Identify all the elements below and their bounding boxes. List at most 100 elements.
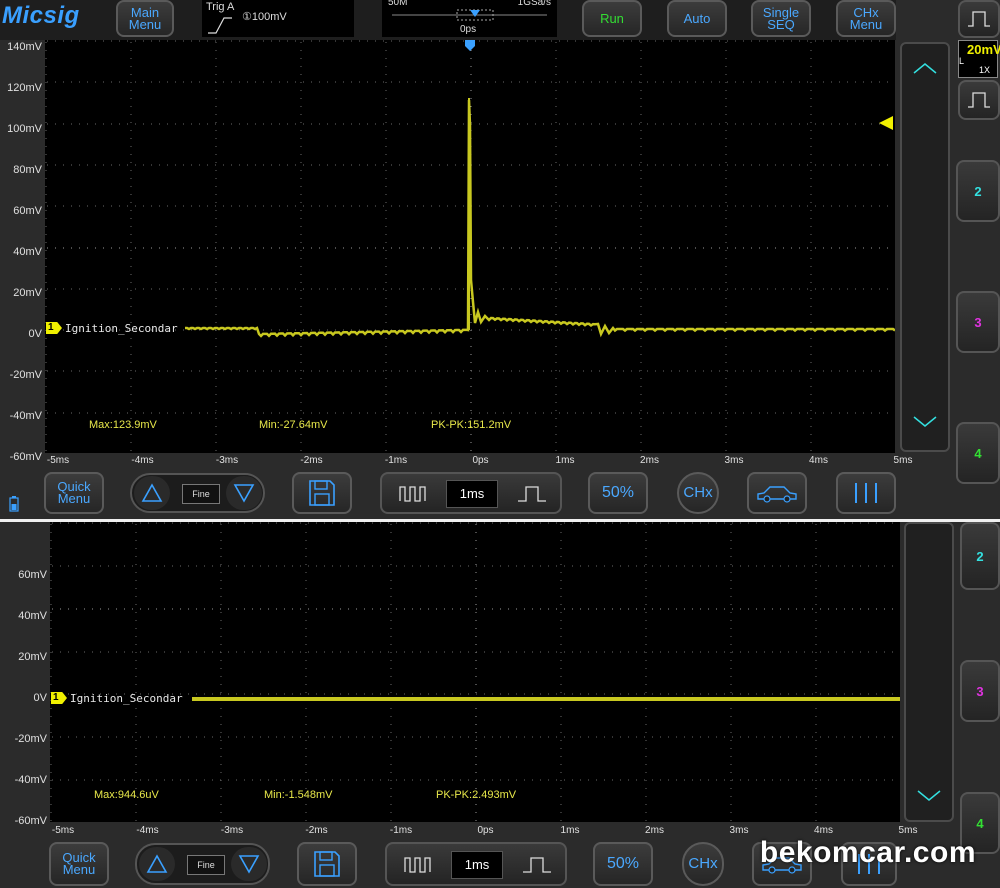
- channel1-name: Ignition_Secondar: [65, 322, 178, 335]
- x-tick-label: -5ms: [51, 825, 75, 836]
- pulse-low-button[interactable]: [958, 80, 1000, 120]
- channel1-scale: 20mV: [967, 42, 1000, 57]
- x-tick-label: 5ms: [898, 825, 918, 836]
- memory-position-bar: [392, 9, 547, 21]
- x-tick-label: 1ms: [560, 825, 580, 836]
- x-tick-label: 3ms: [724, 455, 744, 466]
- timebase-control-lower[interactable]: 1ms: [385, 842, 567, 886]
- channel2-button-lower[interactable]: 2: [960, 522, 1000, 590]
- scale-up-button[interactable]: [134, 476, 170, 510]
- channel3-button-lower[interactable]: 3: [960, 660, 1000, 722]
- timebase-faster-button[interactable]: [386, 479, 436, 507]
- timebase-slower-button[interactable]: [506, 479, 556, 507]
- cursor-button[interactable]: [836, 472, 896, 514]
- pulse-high-button[interactable]: [958, 0, 1000, 38]
- measurement-max-lower: Max:944.6uV: [94, 789, 159, 801]
- chevron-down-icon[interactable]: [913, 416, 937, 428]
- main-menu-button[interactable]: Main Menu: [116, 0, 174, 37]
- trigger-position-marker: [465, 40, 475, 51]
- y-tick-label: 40mV: [18, 610, 47, 622]
- y-tick-label: 40mV: [13, 246, 42, 258]
- y-tick-label: -40mV: [9, 410, 42, 422]
- waveform-display-lower[interactable]: 1 Ignition_Secondar Max:944.6uV Min:-1.5…: [50, 522, 900, 822]
- cursor-lines-icon: [855, 483, 877, 503]
- y-tick-label: 60mV: [13, 205, 42, 217]
- timebase-status[interactable]: 50M 1GSa/s 0ps: [382, 0, 557, 37]
- battery-icon: [9, 496, 19, 512]
- x-tick-label: 0ps: [472, 455, 489, 466]
- sample-rate: 1GSa/s: [517, 0, 551, 8]
- vertical-scale-control[interactable]: Fine: [130, 473, 265, 513]
- quick-menu-button[interactable]: Quick Menu: [44, 472, 104, 514]
- trace-channel1-upper: [185, 98, 895, 338]
- trace-channel1-lower: [192, 697, 900, 701]
- y-tick-label: 0V: [28, 328, 42, 340]
- y-tick-label: -60mV: [9, 451, 42, 463]
- scale-down-button-lower[interactable]: [231, 847, 267, 881]
- y-tick-label: -60mV: [14, 815, 47, 827]
- scale-up-button-lower[interactable]: [139, 847, 175, 881]
- brand-logo: Micsig: [2, 2, 80, 29]
- x-tick-label: -3ms: [215, 455, 239, 466]
- channel-scroll-lower[interactable]: [904, 522, 954, 822]
- coupling-label: L: [959, 56, 965, 66]
- channel3-button[interactable]: 3: [956, 291, 1000, 353]
- measurement-min: Min:-27.64mV: [259, 419, 328, 431]
- save-button[interactable]: [292, 472, 352, 514]
- chx-menu-button[interactable]: CHx Menu: [836, 0, 896, 37]
- chevron-up-icon[interactable]: [913, 62, 937, 74]
- run-button[interactable]: Run: [582, 0, 642, 37]
- multi-pulse-icon-lower: [404, 857, 431, 873]
- fine-toggle[interactable]: Fine: [182, 484, 220, 504]
- waveform-display-upper[interactable]: 1 Ignition_Secondar Max:123.9mV Min:-27.…: [45, 40, 895, 453]
- channel4-button[interactable]: 4: [956, 422, 1000, 484]
- save-button-lower[interactable]: [297, 842, 357, 886]
- x-tick-label: -1ms: [384, 455, 408, 466]
- memory-depth: 50M: [388, 0, 408, 8]
- triangle-down-icon-lower: [238, 855, 260, 874]
- triangle-up-icon: [141, 483, 163, 502]
- measurement-pkpk: PK-PK:151.2mV: [431, 419, 512, 431]
- x-tick-label: 0ps: [477, 825, 494, 836]
- timebase-faster-button-lower[interactable]: [391, 850, 441, 878]
- y-tick-label: -40mV: [14, 774, 47, 786]
- channel-scroll-upper[interactable]: [900, 42, 950, 452]
- timebase-slower-button-lower[interactable]: [511, 850, 561, 878]
- probe-scale-box[interactable]: 20mV L 1X: [958, 40, 1000, 78]
- triangle-up-icon-lower: [146, 854, 168, 873]
- timebase-value-lower: 1ms: [451, 851, 503, 879]
- chx-button-lower[interactable]: CHx: [682, 842, 724, 886]
- trigger-level-marker[interactable]: [879, 116, 893, 130]
- quick-menu-button-lower[interactable]: Quick Menu: [49, 842, 109, 886]
- chx-button[interactable]: CHx: [677, 472, 719, 514]
- timebase-value: 1ms: [446, 480, 498, 508]
- channel2-button[interactable]: 2: [956, 160, 1000, 222]
- chevron-down-icon-lower[interactable]: [917, 790, 941, 802]
- y-tick-label: 20mV: [13, 287, 42, 299]
- measurement-max: Max:123.9mV: [89, 419, 157, 431]
- x-tick-label: -3ms: [220, 825, 244, 836]
- watermark-text: bekomcar.com: [759, 836, 976, 869]
- auto-button[interactable]: Auto: [667, 0, 727, 37]
- timebase-control[interactable]: 1ms: [380, 472, 562, 514]
- car-icon: [757, 486, 797, 503]
- trigger-status[interactable]: Trig A ①100mV: [202, 0, 354, 37]
- x-tick-label: 4ms: [814, 825, 833, 836]
- y-tick-label: 140mV: [7, 41, 42, 53]
- y-tick-label: 20mV: [18, 651, 47, 663]
- floppy-disk-icon-lower: [314, 851, 340, 877]
- single-seq-button[interactable]: Single SEQ: [751, 0, 811, 37]
- right-sidebar-upper: 20mV L 1X 2 3 4: [896, 0, 1000, 519]
- y-tick-label: 80mV: [13, 164, 42, 176]
- trigger-level: ①100mV: [242, 11, 287, 23]
- y-tick-label: 100mV: [7, 123, 42, 135]
- fifty-percent-button[interactable]: 50%: [588, 472, 648, 514]
- automotive-button[interactable]: [747, 472, 807, 514]
- fifty-percent-button-lower[interactable]: 50%: [593, 842, 653, 886]
- fine-toggle-lower[interactable]: Fine: [187, 855, 225, 875]
- x-tick-label: -2ms: [305, 825, 328, 836]
- scale-down-button[interactable]: [226, 476, 262, 510]
- vertical-scale-control-lower[interactable]: Fine: [135, 843, 270, 885]
- x-tick-label: 5ms: [893, 455, 913, 466]
- y-tick-label: -20mV: [9, 369, 42, 381]
